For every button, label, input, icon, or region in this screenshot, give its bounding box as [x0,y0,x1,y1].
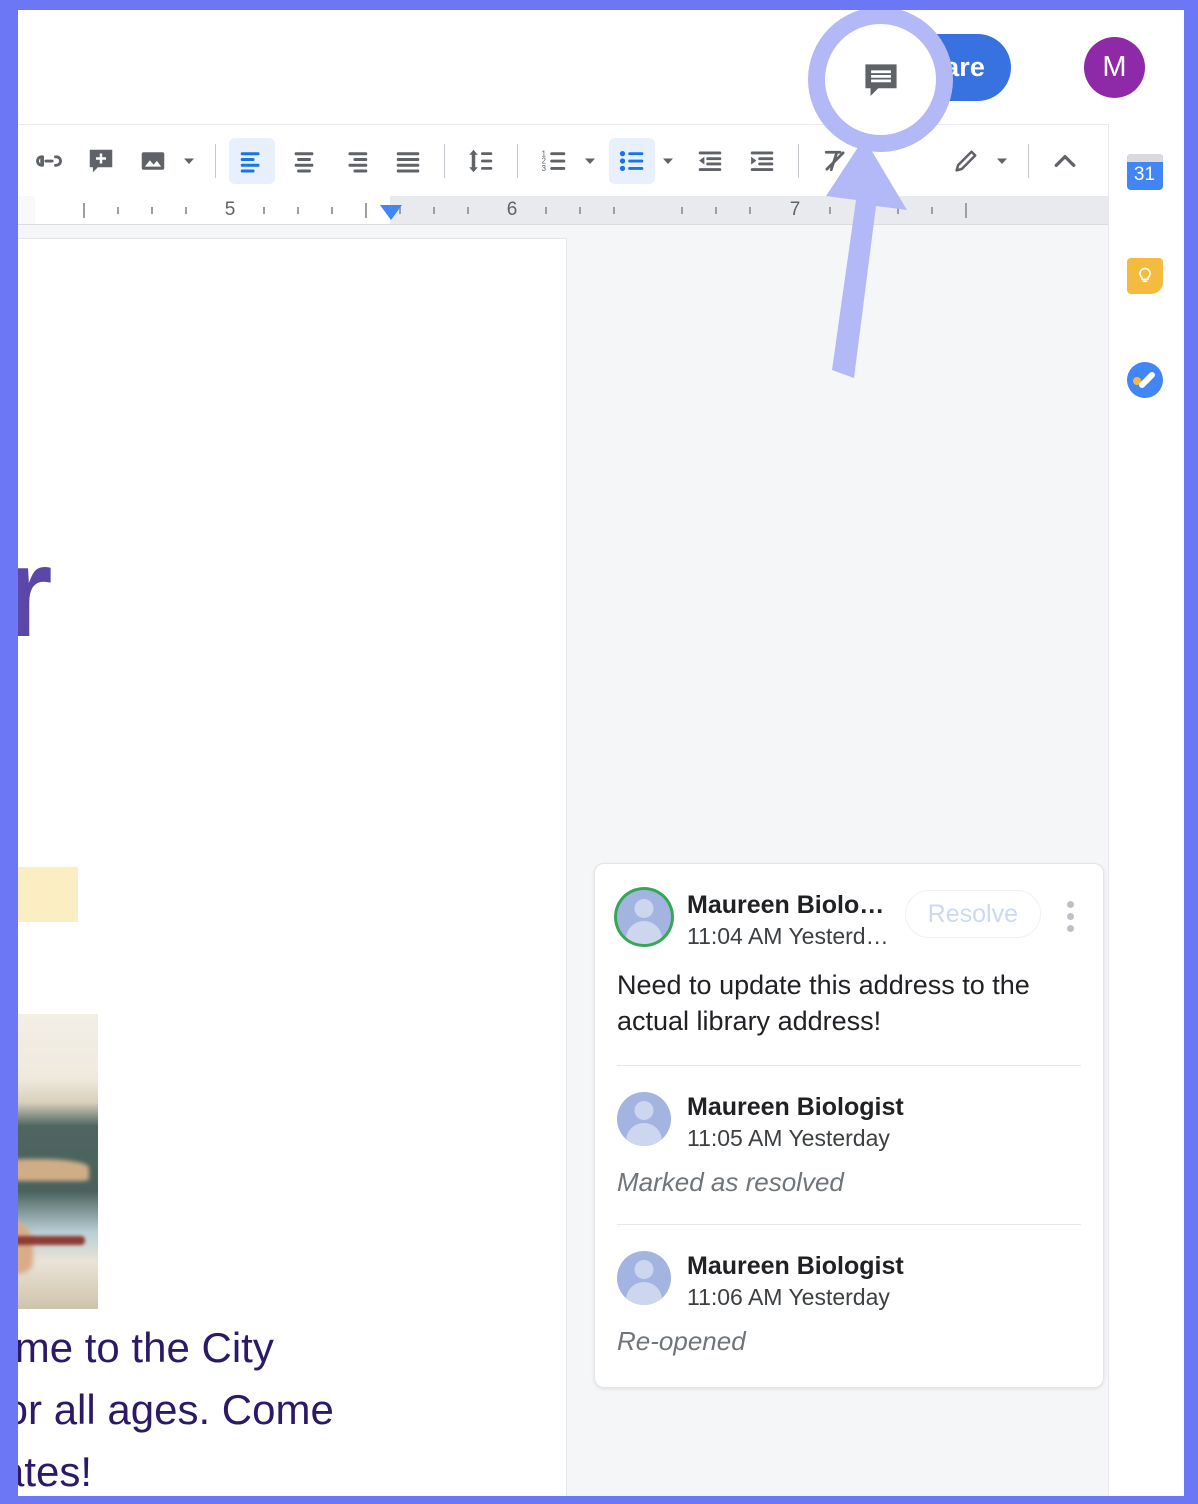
align-right-button[interactable] [333,138,379,184]
comment-timestamp: 11:06 AM Yesterday [687,1284,890,1311]
comment-entry-header: Maureen Biolo… 11:04 AM Yesterd… Resolve [595,864,1103,951]
resolve-button-label: Resolve [927,899,1018,928]
toolbar-divider [444,143,445,178]
decrease-indent-icon [698,151,722,171]
avatar [617,1251,671,1306]
ruler-number: 7 [789,199,801,220]
insert-image-button[interactable] [130,138,176,184]
link-icon [36,154,62,167]
chevron-up-icon [1054,154,1076,167]
annotated-screenshot: Share M [0,0,1198,1504]
image-icon [141,151,165,170]
align-left-button[interactable] [229,137,275,184]
numbered-list-icon: 123 [542,149,566,173]
document-page[interactable]: y air 1st rary e ? Come to the City res … [18,239,566,1496]
addons-side-rail: 31 [1108,124,1184,1496]
numbered-list-dropdown[interactable] [577,138,603,184]
toolbar-divider [1028,143,1029,178]
line-spacing-button[interactable] [458,138,504,184]
comment-system-text: Marked as resolved [617,1167,844,1198]
line-spacing-icon [469,149,493,172]
ruler[interactable]: 5 6 7 [18,196,1108,224]
increase-indent-icon [750,151,774,171]
google-keep-icon[interactable] [1126,258,1167,298]
bulleted-list-dropdown[interactable] [655,138,681,184]
pencil-icon [955,150,977,172]
document-editor-area: y air 1st rary e ? Come to the City res … [18,224,1108,1496]
chevron-down-icon [184,158,194,164]
doc-title-line-2: air [18,519,53,666]
comment-bubble-icon [864,63,897,96]
add-comment-icon [89,149,113,172]
chevron-down-icon [585,158,595,164]
google-tasks-icon[interactable] [1126,362,1167,402]
top-bar: Share M [18,10,1184,124]
calendar-day-number: 31 [1133,164,1156,185]
align-center-button[interactable] [281,138,327,184]
increase-indent-button[interactable] [739,138,785,184]
comment-history-button[interactable] [808,10,953,152]
decrease-indent-button[interactable] [687,138,733,184]
comment-entry-header: Maureen Biologist 11:05 AM Yesterday [595,1066,1103,1153]
ruler-number: 6 [506,199,518,220]
formatting-toolbar: 123 [18,124,1108,196]
avatar[interactable]: M [1084,37,1145,98]
align-right-icon [348,151,368,172]
bulleted-list-icon [619,150,644,171]
doc-body-line-3: ssmates! [18,1448,93,1495]
hide-menus-button[interactable] [1042,138,1088,184]
comment-author: Maureen Biologist [687,1252,904,1281]
google-calendar-icon[interactable]: 31 [1126,154,1167,194]
ruler-number: 5 [224,199,236,220]
avatar [617,1092,671,1147]
bulleted-list-button[interactable] [609,137,655,184]
svg-text:3: 3 [542,164,547,173]
app-window: Share M [18,10,1184,1496]
chevron-down-icon [997,158,1007,164]
insert-image-dropdown[interactable] [176,138,202,184]
doc-body-line-2: res for all ages. Come [18,1386,334,1433]
avatar-initial: M [1102,51,1127,83]
doc-body-line-1: ? Come to the City [18,1324,274,1371]
numbered-list-button[interactable]: 123 [531,138,577,184]
comment-timestamp: 11:05 AM Yesterday [687,1125,890,1152]
add-comment-button[interactable] [78,138,124,184]
comment-entry-header: Maureen Biologist 11:06 AM Yesterday [595,1225,1103,1312]
align-left-icon [240,151,260,172]
comment-anchor-highlight [18,867,78,922]
avatar [617,890,671,944]
align-justify-icon [396,151,420,172]
clear-formatting-icon [824,150,845,171]
comment-thread-card[interactable]: Maureen Biolo… 11:04 AM Yesterd… Resolve… [594,863,1104,1388]
align-justify-button[interactable] [385,138,431,184]
ruler-track: 5 6 7 [35,196,1108,224]
insert-link-button[interactable] [26,138,72,184]
right-indent-marker[interactable] [380,205,402,220]
chevron-down-icon [663,158,673,164]
toolbar-divider [517,143,518,178]
editing-mode-dropdown[interactable] [989,138,1015,184]
toolbar-divider [798,143,799,178]
comment-text: Need to update this address to the actua… [617,969,1030,1037]
editing-mode-button[interactable] [943,138,989,184]
doc-inline-photo[interactable] [18,1014,98,1309]
comment-system-text: Re-opened [617,1325,746,1356]
lightbulb-icon [1138,267,1151,283]
toolbar-divider [215,143,216,178]
comment-author: Maureen Biologist [687,1093,904,1122]
align-center-icon [294,151,314,172]
more-options-icon[interactable] [1053,894,1087,938]
resolve-button[interactable]: Resolve [904,890,1041,938]
